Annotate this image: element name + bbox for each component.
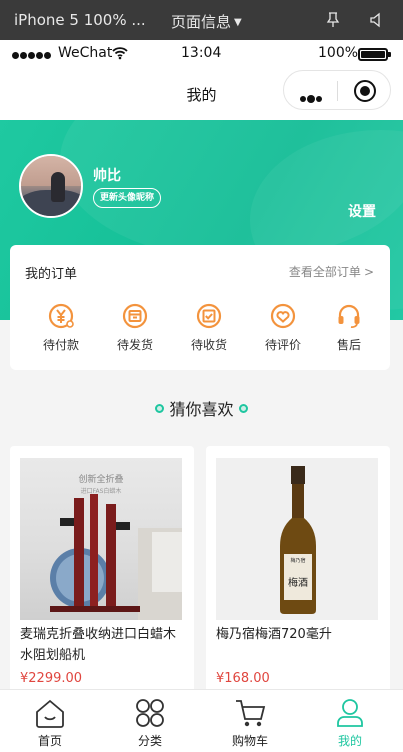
settings-button[interactable]: 设置 xyxy=(348,201,376,221)
close-miniprogram-icon[interactable] xyxy=(354,80,376,102)
chevron-right-icon: > xyxy=(363,265,374,279)
product-image-rowing-machine: 创新全折叠 进口FAS白蜡木 xyxy=(20,458,182,620)
product-name: 麦瑞克折叠收纳进口白蜡木水阻划船机 xyxy=(20,627,177,663)
receive-check-icon xyxy=(196,303,222,329)
order-after-sales[interactable]: 售后 xyxy=(319,302,379,353)
product-image-plum-wine: 梅乃宿 梅酒 xyxy=(216,458,378,620)
user-icon xyxy=(337,699,363,727)
order-pending-receipt-label: 待收货 xyxy=(190,338,227,352)
wine-label-name: 梅酒 xyxy=(288,578,308,589)
page-info-label: 页面信息 xyxy=(171,13,232,31)
order-pending-payment-label: 待付款 xyxy=(42,338,79,352)
capsule-divider xyxy=(337,81,338,101)
orders-card: 我的订单 查看全部订单 > 待付款 待发货 待收货 待评价 售后 xyxy=(10,245,390,370)
status-bar: WeChat 13:04 100% xyxy=(0,40,403,68)
cart-icon xyxy=(236,700,266,727)
bottom-tab-bar: 首页 分类 购物车 我的 xyxy=(0,689,403,752)
decor-dot-icon xyxy=(238,404,248,413)
tab-home-label: 首页 xyxy=(37,734,62,748)
nav-bar: 我的 xyxy=(0,68,403,120)
orders-title: 我的订单 xyxy=(25,267,78,282)
volume-icon[interactable] xyxy=(368,12,384,28)
order-after-sales-label: 售后 xyxy=(336,338,361,352)
device-selector[interactable]: iPhone 5 100% ... xyxy=(14,11,146,29)
product-name: 梅乃宿梅酒720毫升 xyxy=(216,627,332,642)
tab-home[interactable]: 首页 xyxy=(10,696,90,749)
category-icon xyxy=(136,699,164,727)
headset-service-icon xyxy=(338,304,360,328)
battery-percent: 100% xyxy=(318,45,359,61)
heart-review-icon xyxy=(270,303,296,329)
home-icon xyxy=(36,699,64,728)
avatar[interactable] xyxy=(19,154,83,218)
wifi-icon xyxy=(112,47,128,60)
order-pending-shipment[interactable]: 待发货 xyxy=(105,302,165,353)
wine-bottle-illustration xyxy=(280,466,316,614)
tab-mine[interactable]: 我的 xyxy=(310,696,390,749)
package-icon xyxy=(122,303,148,329)
rowing-machine-illustration xyxy=(50,494,182,620)
order-pending-receipt[interactable]: 待收货 xyxy=(179,302,239,353)
username: 帅比 xyxy=(93,168,121,184)
battery-icon xyxy=(358,48,391,61)
product-price: ¥2299.00 xyxy=(20,671,83,686)
view-all-orders-link[interactable]: 查看全部订单 > xyxy=(289,263,374,280)
product-card[interactable]: 梅乃宿 梅酒 梅乃宿梅酒720毫升 ¥168.00 xyxy=(206,446,390,696)
tab-category-label: 分类 xyxy=(137,734,162,748)
carrier-label: WeChat xyxy=(58,45,113,61)
product-price: ¥168.00 xyxy=(216,671,270,686)
guess-you-like-heading: 猜你喜欢 xyxy=(0,396,403,420)
page-info-menu[interactable]: 页面信息 ▼ xyxy=(171,11,242,32)
devtools-bar: iPhone 5 100% ... 页面信息 ▼ xyxy=(0,0,403,40)
decor-dot-icon xyxy=(155,404,165,413)
pin-icon[interactable] xyxy=(325,12,341,28)
wine-label-brand: 梅乃宿 xyxy=(290,558,306,564)
caret-down-icon: ▼ xyxy=(234,17,242,28)
status-time: 13:04 xyxy=(181,45,222,61)
edit-profile-button[interactable]: 更新头像昵称 xyxy=(93,188,162,208)
order-pending-review-label: 待评价 xyxy=(264,338,301,352)
product-card[interactable]: 创新全折叠 进口FAS白蜡木 麦瑞克折叠收纳进口白蜡木水阻划船机 ¥2299.0… xyxy=(10,446,194,696)
tab-cart[interactable]: 购物车 xyxy=(210,696,290,749)
tab-mine-label: 我的 xyxy=(337,734,362,748)
tab-cart-label: 购物车 xyxy=(231,734,268,748)
order-pending-shipment-label: 待发货 xyxy=(116,338,153,352)
order-pending-review[interactable]: 待评价 xyxy=(253,302,313,353)
yen-payment-icon xyxy=(48,303,74,329)
guess-title: 猜你喜欢 xyxy=(169,400,234,419)
view-all-orders-label: 查看全部订单 xyxy=(288,265,361,279)
signal-icon xyxy=(12,47,52,63)
tab-category[interactable]: 分类 xyxy=(110,696,190,749)
order-pending-payment[interactable]: 待付款 xyxy=(31,302,91,353)
more-menu-icon[interactable] xyxy=(300,87,323,106)
miniprogram-capsule xyxy=(283,70,391,110)
